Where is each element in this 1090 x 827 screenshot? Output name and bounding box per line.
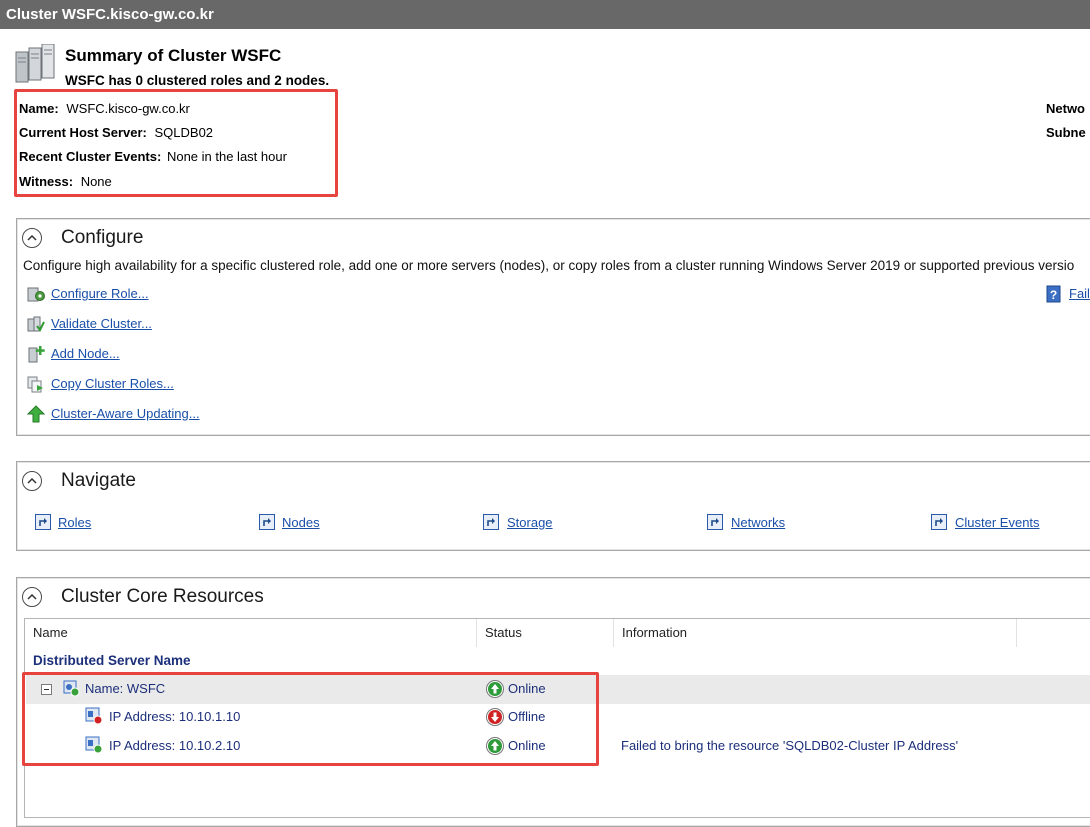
highlight-box-resources — [22, 672, 599, 766]
summary-title: Summary of Cluster WSFC — [65, 46, 282, 65]
subnet-label: Subne — [1046, 125, 1086, 140]
navigate-roles-link[interactable]: Roles — [58, 515, 91, 530]
navigate-panel: Navigate Roles Nodes Storage Networks Cl… — [16, 461, 1090, 551]
failover-help-link[interactable]: Fail — [1069, 286, 1090, 301]
navigate-cluster-events-link[interactable]: Cluster Events — [955, 515, 1040, 530]
navigate-storage-link[interactable]: Storage — [507, 515, 553, 530]
copy-cluster-roles-link[interactable]: Copy Cluster Roles... — [51, 376, 174, 391]
configure-collapse-button[interactable] — [22, 228, 42, 248]
svg-text:?: ? — [1050, 288, 1057, 302]
column-header-status[interactable]: Status — [477, 619, 614, 647]
shortcut-arrow-icon — [707, 514, 723, 530]
configure-panel: Configure Configure high availability fo… — [16, 218, 1090, 436]
shortcut-arrow-icon — [35, 514, 51, 530]
configure-role-icon — [27, 285, 45, 303]
configure-role-link[interactable]: Configure Role... — [51, 286, 149, 301]
add-node-link[interactable]: Add Node... — [51, 346, 120, 361]
configure-description: Configure high availability for a specif… — [23, 258, 1075, 273]
copy-roles-icon — [27, 375, 45, 393]
shortcut-arrow-icon — [931, 514, 947, 530]
navigate-title: Navigate — [61, 470, 136, 491]
chevron-up-icon — [27, 594, 37, 600]
navigate-nodes-link[interactable]: Nodes — [282, 515, 320, 530]
add-node-icon — [27, 345, 45, 363]
shortcut-arrow-icon — [259, 514, 275, 530]
cluster-server-icon — [14, 43, 56, 86]
navigate-networks-link[interactable]: Networks — [731, 515, 785, 530]
group-header: Distributed Server Name — [33, 653, 191, 668]
column-header-information[interactable]: Information — [614, 619, 1017, 647]
core-resources-title: Cluster Core Resources — [61, 586, 264, 607]
chevron-up-icon — [27, 478, 37, 484]
summary-subtitle: WSFC has 0 clustered roles and 2 nodes. — [65, 73, 330, 88]
configure-title: Configure — [61, 227, 144, 248]
validate-cluster-link[interactable]: Validate Cluster... — [51, 316, 152, 331]
help-icon: ? — [1045, 285, 1063, 303]
network-label: Netwo — [1046, 101, 1085, 116]
window-title: Cluster WSFC.kisco-gw.co.kr — [0, 0, 1090, 29]
cluster-aware-updating-link[interactable]: Cluster-Aware Updating... — [51, 406, 200, 421]
chevron-up-icon — [27, 235, 37, 241]
validate-cluster-icon — [27, 315, 45, 333]
column-header-name[interactable]: Name — [25, 619, 477, 647]
core-resources-collapse-button[interactable] — [22, 587, 42, 607]
resource-information: Failed to bring the resource 'SQLDB02-Cl… — [621, 738, 959, 753]
shortcut-arrow-icon — [483, 514, 499, 530]
navigate-collapse-button[interactable] — [22, 471, 42, 491]
highlight-box-properties — [14, 89, 338, 197]
cluster-aware-updating-icon — [26, 405, 46, 423]
